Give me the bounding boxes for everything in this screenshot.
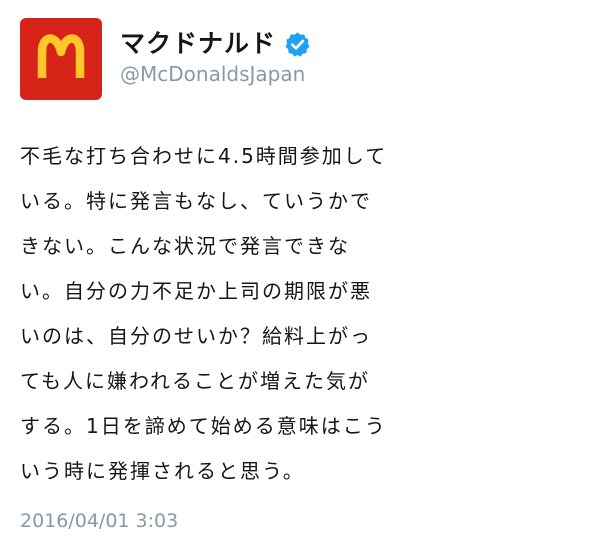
tweet-text-line: いのは、自分のせいか？給料上がっ xyxy=(20,324,372,348)
tweet-card: マクドナルド @McDonaldsJapan 不毛な打ち合わせに4.5時間参加し… xyxy=(0,0,600,557)
tweet-text-line: い。自分の力不足か上司の期限が悪 xyxy=(20,279,372,303)
account-name-row: マクドナルド xyxy=(120,27,311,61)
tweet-text-line: いる。特に発言もなし、ていうかで xyxy=(20,189,372,213)
tweet-text: 不毛な打ち合わせに4.5時間参加して いる。特に発言もなし、ていうかで きない。… xyxy=(20,134,600,494)
tweet-text-line: きない。こんな状況で発言できな xyxy=(20,234,350,258)
verified-badge-icon xyxy=(285,31,310,57)
tweet-text-line: いう時に発揮されると思う。 xyxy=(20,459,305,483)
tweet-text-line: ても人に嫌われることが増えた気が xyxy=(20,369,370,393)
mcdonalds-logo-icon xyxy=(37,34,85,78)
tweet-text-line: する。1日を諦めて始める意味はこう xyxy=(20,414,387,438)
tweet-text-line: 不毛な打ち合わせに4.5時間参加して xyxy=(20,144,388,168)
tweet-timestamp[interactable]: 2016/04/01 3:03 xyxy=(20,508,178,534)
avatar[interactable] xyxy=(20,18,102,100)
display-name[interactable]: マクドナルド xyxy=(120,27,276,61)
account-handle[interactable]: @McDonaldsJapan xyxy=(120,61,305,87)
